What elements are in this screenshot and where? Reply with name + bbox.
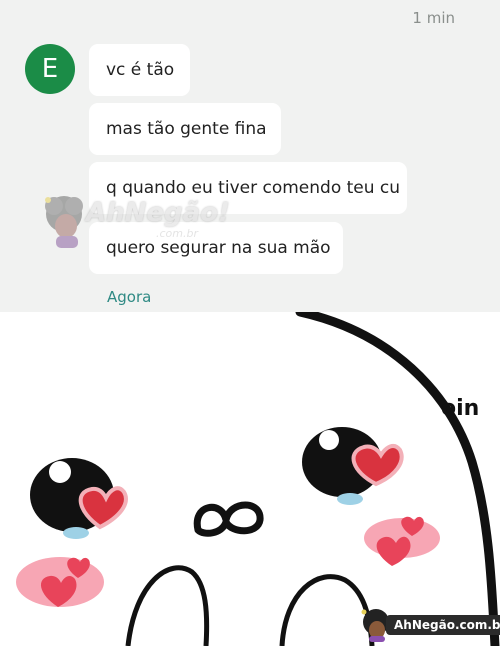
right-blush xyxy=(364,516,440,566)
blushing-face-drawing xyxy=(16,307,500,651)
contact-avatar[interactable]: E xyxy=(25,44,75,94)
heart-icon xyxy=(376,536,411,566)
meme-image xyxy=(0,307,500,651)
message-timestamp-now: Agora xyxy=(107,288,152,306)
message-bubble[interactable]: q quando eu tiver comendo teu cu xyxy=(89,162,407,214)
watermark-corner: AhNegão.com.br xyxy=(360,608,500,642)
message-bubble[interactable]: vc é tão xyxy=(89,44,190,96)
chat-area: 1 min E vc é tão mas tão gente fina q qu… xyxy=(0,0,500,312)
mouth xyxy=(193,501,264,537)
left-blush xyxy=(16,557,104,607)
watermark-label: AhNegão.com.br xyxy=(386,615,500,635)
message-timestamp: 1 min xyxy=(412,9,455,27)
message-bubble[interactable]: quero segurar na sua mão xyxy=(89,222,343,274)
afro-mascot-icon xyxy=(45,196,83,248)
message-bubble[interactable]: mas tão gente fina xyxy=(89,103,281,155)
meme-caption: oin xyxy=(441,396,480,421)
